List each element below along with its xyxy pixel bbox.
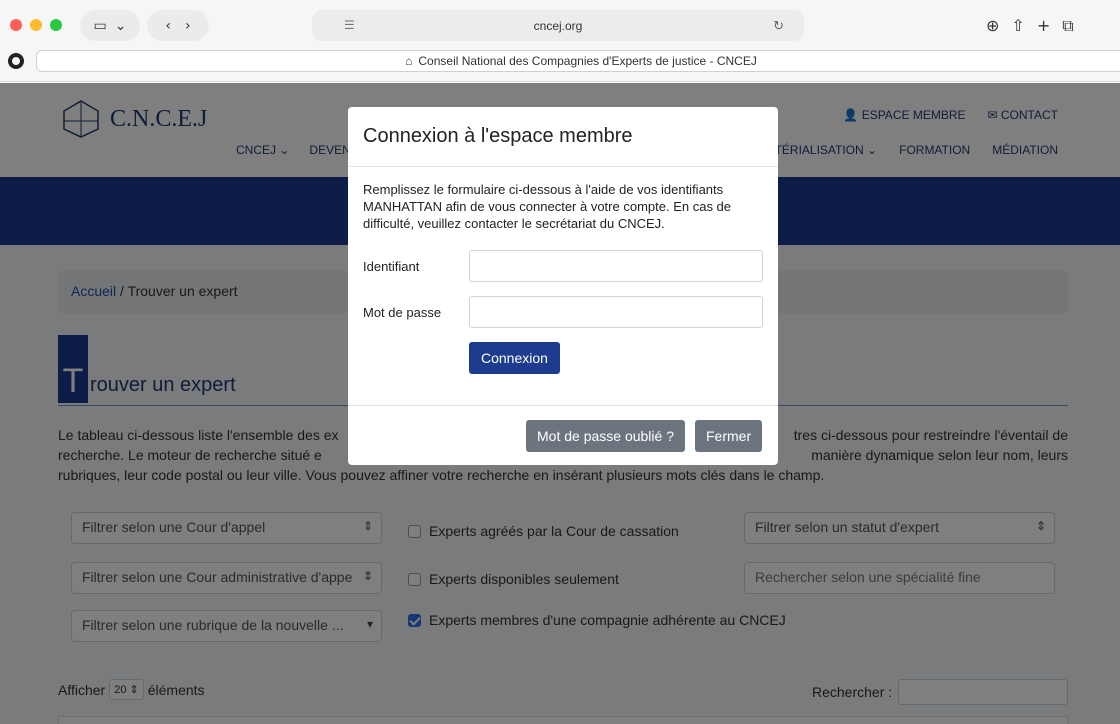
password-input[interactable]	[469, 296, 763, 328]
identifiant-label: Identifiant	[363, 258, 420, 274]
connexion-button[interactable]: Connexion	[469, 342, 560, 374]
sidebar-icon: ▭	[93, 17, 107, 34]
forgot-password-button[interactable]: Mot de passe oublié ?	[526, 420, 685, 452]
close-window-button[interactable]	[10, 19, 22, 31]
modal-description: Remplissez le formulaire ci-dessous à l'…	[363, 182, 732, 231]
nav-buttons: ‹ ›	[147, 10, 209, 41]
download-icon[interactable]: ⊕	[986, 16, 999, 35]
github-icon[interactable]	[8, 53, 24, 69]
tab-bar: ⌂ Conseil National des Compagnies d'Expe…	[0, 50, 1120, 74]
tab-active[interactable]: ⌂ Conseil National des Compagnies d'Expe…	[36, 50, 1120, 72]
identifiant-input[interactable]	[469, 250, 763, 282]
reload-icon[interactable]: ↻	[773, 18, 784, 34]
address-url: cncej.org	[533, 18, 583, 33]
site-favicon-icon: ⌂	[405, 54, 413, 68]
browser-chrome: ▭ ⌄ ‹ › ☰ cncej.org ↻ ⊕ ⇧ + ⧉ ⌂ Conseil …	[0, 0, 1120, 82]
tabs-overview-icon[interactable]: ⧉	[1062, 16, 1073, 36]
login-modal: Connexion à l'espace membre Remplissez l…	[348, 107, 778, 465]
forward-button[interactable]: ›	[185, 18, 191, 34]
modal-title: Connexion à l'espace membre	[348, 107, 778, 167]
maximize-window-button[interactable]	[50, 19, 62, 31]
sidebar-toggle-button[interactable]: ▭ ⌄	[80, 10, 140, 41]
back-button[interactable]: ‹	[165, 18, 171, 34]
tab-title: Conseil National des Compagnies d'Expert…	[418, 54, 757, 68]
close-modal-button[interactable]: Fermer	[695, 420, 763, 452]
modal-footer: Mot de passe oublié ? Fermer	[348, 405, 778, 465]
toolbar-right: ⊕ ⇧ + ⧉	[980, 10, 1120, 41]
page-settings-icon[interactable]: ☰	[344, 18, 355, 32]
minimize-window-button[interactable]	[30, 19, 42, 31]
address-bar[interactable]: ☰ cncej.org ↻	[312, 10, 804, 41]
new-tab-icon[interactable]: +	[1037, 16, 1050, 35]
chevron-down-icon: ⌄	[114, 17, 127, 34]
password-label: Mot de passe	[363, 304, 442, 320]
share-icon[interactable]: ⇧	[1011, 16, 1024, 35]
